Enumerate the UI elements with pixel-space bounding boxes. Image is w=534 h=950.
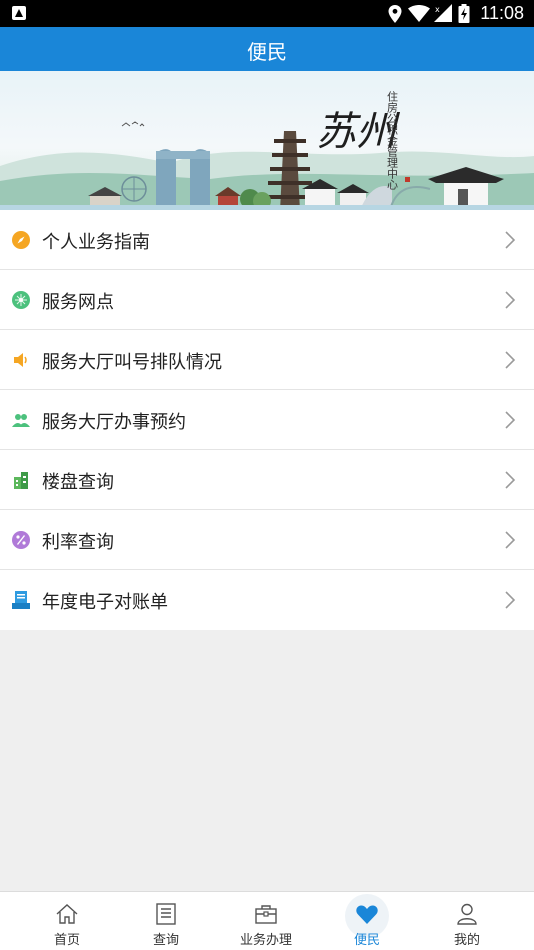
- svg-text:x: x: [435, 5, 440, 14]
- chevron-right-icon: [505, 231, 516, 249]
- tab-label: 业务办理: [239, 933, 292, 948]
- speaker-icon: [14, 353, 27, 367]
- tab-profile[interactable]: 我的: [417, 892, 517, 950]
- heart-icon: [356, 905, 378, 924]
- home-icon: [56, 904, 78, 924]
- chevron-right-icon: [505, 531, 516, 549]
- building-icon: [14, 472, 28, 489]
- wifi-icon: [408, 5, 430, 22]
- menu-item-annual-statement[interactable]: 年度电子对账单: [0, 570, 534, 630]
- page-title: 便民: [247, 40, 287, 64]
- menu-item-label: 个人业务指南: [42, 232, 150, 253]
- signal-icon: x: [434, 4, 452, 22]
- tab-home[interactable]: 首页: [17, 892, 117, 950]
- bottom-tab-bar: 首页 查询 业务办理 便民 我的: [0, 891, 534, 950]
- menu-item-property-search[interactable]: 楼盘查询: [0, 450, 534, 510]
- tab-label: 首页: [53, 933, 80, 948]
- chevron-right-icon: [505, 351, 516, 369]
- tab-query[interactable]: 查询: [116, 892, 216, 950]
- banner-org-text: 住房公积金管理中心: [386, 90, 399, 190]
- tab-convenience[interactable]: 便民: [317, 892, 417, 950]
- tab-label: 查询: [152, 933, 179, 948]
- statement-icon: [12, 591, 30, 609]
- document-icon: [156, 903, 176, 925]
- location-icon: [388, 5, 402, 23]
- tab-label: 我的: [453, 933, 480, 948]
- banner-image: 苏州 住房公积金管理中心: [0, 71, 534, 210]
- menu-item-label: 服务大厅叫号排队情况: [42, 352, 222, 373]
- chevron-right-icon: [505, 411, 516, 429]
- menu-item-appointment[interactable]: 服务大厅办事预约: [0, 390, 534, 450]
- menu-item-label: 利率查询: [42, 532, 114, 553]
- menu-item-label: 楼盘查询: [42, 472, 114, 493]
- people-icon: [12, 414, 30, 427]
- menu-item-personal-guide[interactable]: 个人业务指南: [0, 210, 534, 270]
- app-notification-icon: [12, 6, 26, 20]
- menu-item-label: 服务大厅办事预约: [42, 412, 186, 433]
- battery-icon: [458, 4, 470, 23]
- clock: 11:08: [480, 3, 524, 23]
- menu-item-service-outlets[interactable]: 服务网点: [0, 270, 534, 330]
- chevron-right-icon: [505, 291, 516, 309]
- tab-label: 便民: [353, 933, 380, 948]
- user-icon: [457, 903, 477, 925]
- chevron-right-icon: [505, 471, 516, 489]
- menu-item-label: 服务网点: [42, 292, 114, 313]
- tab-business[interactable]: 业务办理: [216, 892, 316, 950]
- menu-item-queue-status[interactable]: 服务大厅叫号排队情况: [0, 330, 534, 390]
- chevron-right-icon: [505, 591, 516, 609]
- status-bar: x 11:08: [0, 0, 534, 27]
- network-icon: [12, 291, 30, 309]
- compass-icon: [12, 231, 30, 249]
- percent-icon: [12, 531, 30, 549]
- menu-item-label: 年度电子对账单: [42, 592, 168, 613]
- header-bar: 便民: [0, 27, 534, 71]
- service-menu: 个人业务指南 服务网点 服务大厅叫号排队情况 服务大厅办事预约 楼盘查询 利率查…: [0, 210, 534, 630]
- briefcase-icon: [255, 905, 277, 924]
- menu-item-interest-rate[interactable]: 利率查询: [0, 510, 534, 570]
